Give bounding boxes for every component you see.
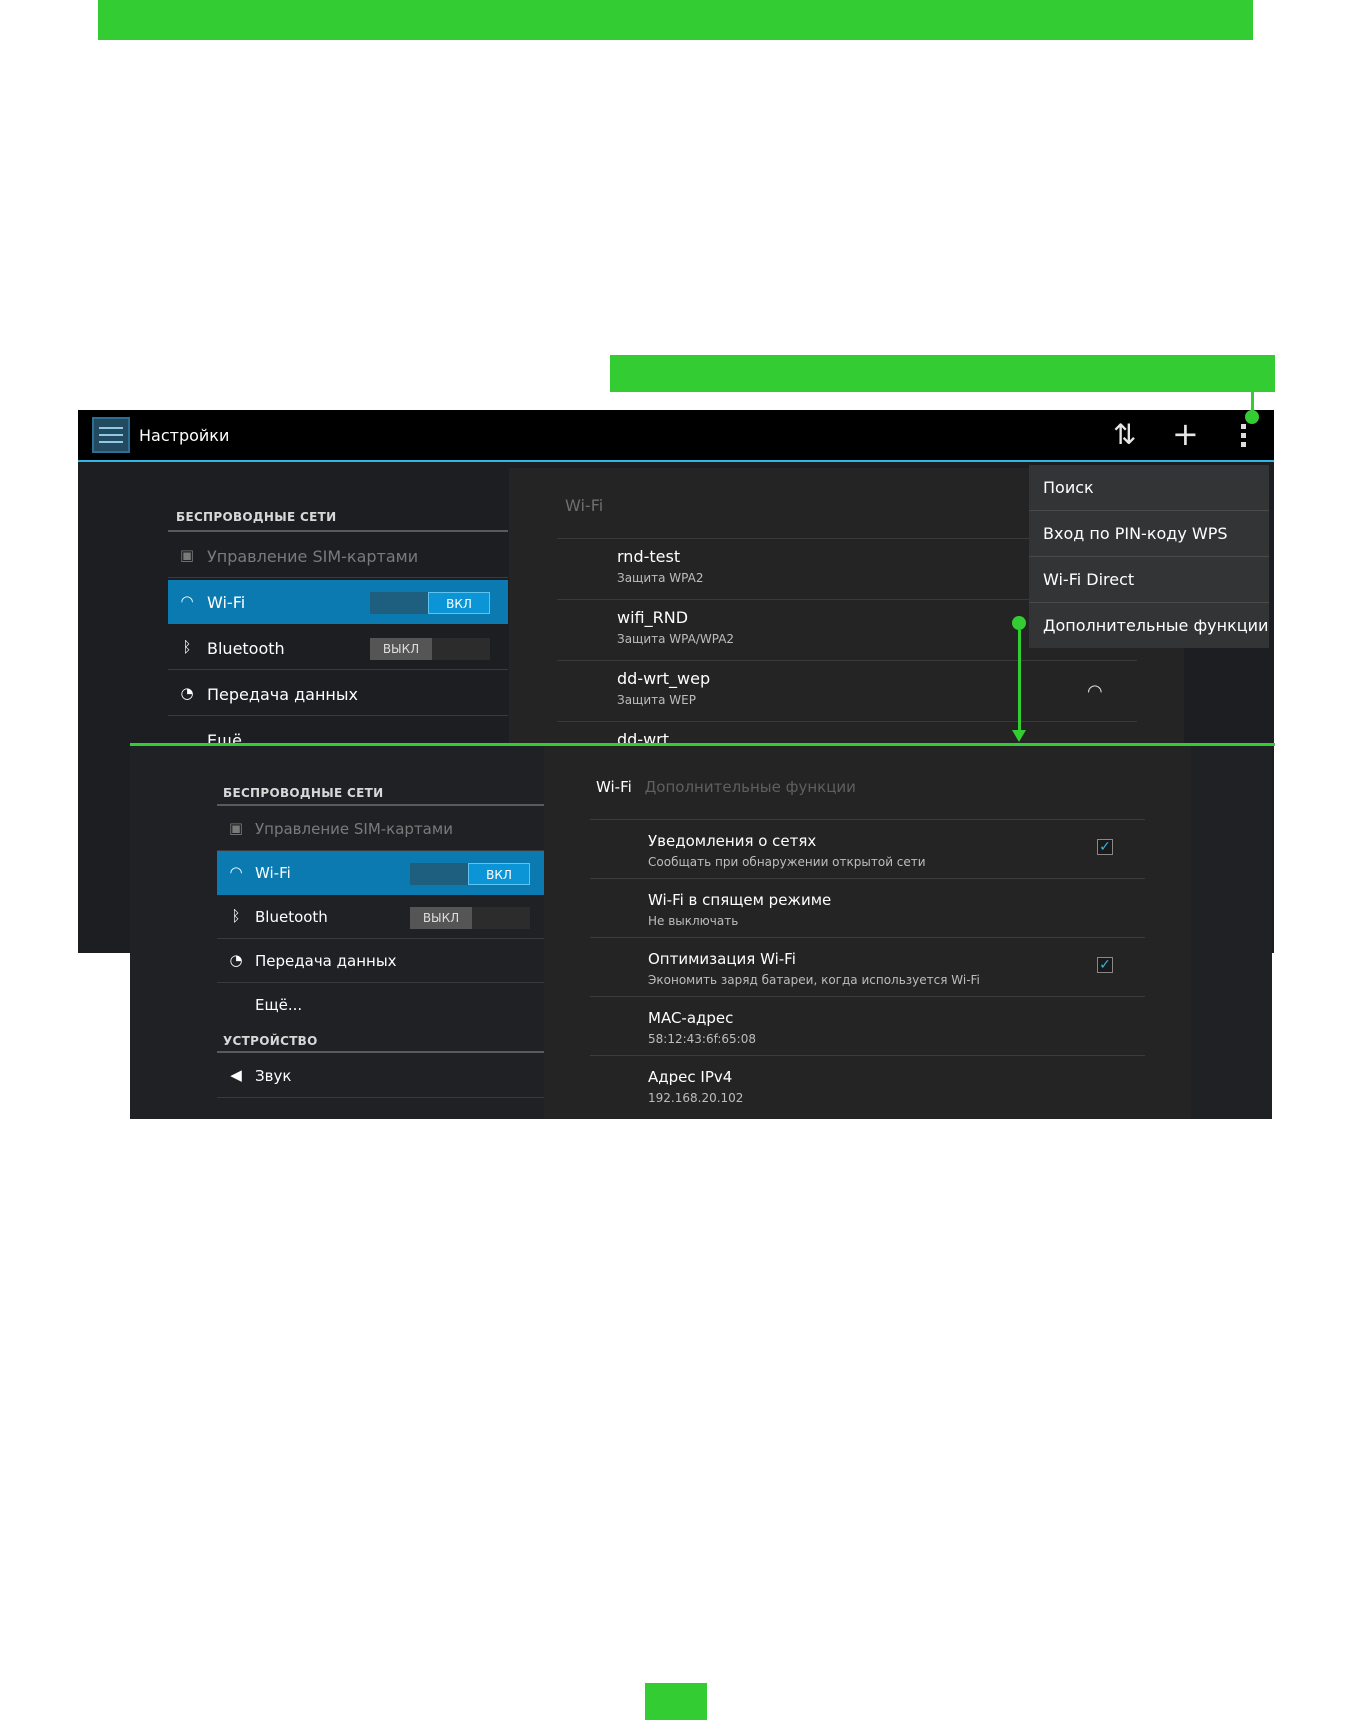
wifi-toggle[interactable]: ВКЛ <box>370 592 490 614</box>
menu-item-wps-pin[interactable]: Вход по PIN-коду WPS <box>1029 511 1269 557</box>
option-sleep-policy[interactable]: Wi-Fi в спящем режиме Не выключать <box>590 878 1145 937</box>
option-summary: 192.168.20.102 <box>648 1091 744 1105</box>
sidebar-item-label: Управление SIM-картами <box>207 547 419 566</box>
sidebar-item-data-usage[interactable]: ◔ Передача данных <box>168 672 508 716</box>
network-name: wifi_RND <box>617 608 689 627</box>
option-title: Уведомления о сетях <box>648 832 817 850</box>
sidebar-item-label: Bluetooth <box>255 908 328 926</box>
section-divider <box>217 1051 550 1053</box>
sidebar-item-label: Ещё... <box>255 996 303 1014</box>
network-name: rnd-test <box>617 547 681 566</box>
sidebar-item-data-usage[interactable]: ◔ Передача данных <box>217 939 550 983</box>
menu-item-search[interactable]: Поиск <box>1029 465 1269 511</box>
overflow-menu-icon[interactable] <box>1241 424 1247 448</box>
option-mac-address: MAC-адрес 58:12:43:6f:65:08 <box>590 996 1145 1055</box>
sidebar-item-label: Звук <box>255 1067 292 1085</box>
sidebar-item-label: Wi-Fi <box>255 864 291 882</box>
option-summary: Сообщать при обнаружении открытой сети <box>648 855 926 869</box>
sidebar-item-label: Wi-Fi <box>207 593 246 612</box>
network-security: Защита WPA2 <box>617 571 704 585</box>
wifi-icon: ◠ <box>229 863 243 881</box>
section-divider <box>168 530 508 532</box>
wifi-signal-lock-icon: ◠ <box>1087 681 1103 702</box>
callout-dot <box>1245 410 1259 424</box>
callout-arrow-line <box>1018 630 1021 732</box>
option-summary: 58:12:43:6f:65:08 <box>648 1032 756 1046</box>
checkbox-checked[interactable]: ✓ <box>1097 839 1113 855</box>
wifi-toggle[interactable]: ВКЛ <box>410 863 530 885</box>
action-bar: Настройки ⇅ + <box>78 410 1274 462</box>
sidebar-item-label: Управление SIM-картами <box>255 820 453 838</box>
sidebar-item-sim: ▣ Управление SIM-картами <box>168 534 508 578</box>
option-title: MAC-адрес <box>648 1009 734 1027</box>
wifi-advanced-panel: Wi-Fi Дополнительные функции Уведомления… <box>544 746 1191 1119</box>
app-title: Настройки <box>139 426 230 445</box>
sidebar-item-bluetooth[interactable]: ᛒ Bluetooth ВЫКЛ <box>168 626 508 670</box>
section-divider <box>217 804 550 806</box>
network-item[interactable]: dd-wrt_wep Защита WEP ◠ <box>557 660 1137 721</box>
sidebar-item-sim: ▣ Управление SIM-картами <box>217 807 550 851</box>
section-header-wireless: БЕСПРОВОДНЫЕ СЕТИ <box>176 510 337 524</box>
sidebar-item-label: Передача данных <box>255 952 397 970</box>
option-summary: Экономить заряд батареи, когда используе… <box>648 973 980 987</box>
sidebar-item-sound[interactable]: ◀ Звук <box>217 1054 550 1098</box>
option-title: Wi-Fi в спящем режиме <box>648 891 832 909</box>
panel-title: Wi-Fi <box>565 496 604 515</box>
sidebar-item-label: Bluetooth <box>207 639 285 658</box>
network-security: Защита WPA/WPA2 <box>617 632 735 646</box>
option-network-notify[interactable]: Уведомления о сетях Сообщать при обнаруж… <box>590 819 1145 878</box>
option-ipv4-address: Адрес IPv4 192.168.20.102 <box>590 1055 1145 1114</box>
sidebar-item-bluetooth[interactable]: ᛒ Bluetooth ВЫКЛ <box>217 895 550 939</box>
bluetooth-icon: ᛒ <box>182 638 192 656</box>
breadcrumb-current: Дополнительные функции <box>644 778 856 796</box>
toggle-label: ВКЛ <box>428 592 490 614</box>
sidebar-item-label: Передача данных <box>207 685 358 704</box>
bluetooth-toggle[interactable]: ВЫКЛ <box>410 907 530 929</box>
callout-separator-line <box>130 743 1275 746</box>
option-wifi-optimization[interactable]: Оптимизация Wi-Fi Экономить заряд батаре… <box>590 937 1145 996</box>
settings-screenshot-wifi-advanced: БЕСПРОВОДНЫЕ СЕТИ ▣ Управление SIM-карта… <box>130 746 1272 1119</box>
network-security: Защита WEP <box>617 693 696 707</box>
breadcrumb: Wi-Fi Дополнительные функции <box>596 778 856 796</box>
bluetooth-icon: ᛒ <box>231 907 241 925</box>
options-list: Уведомления о сетях Сообщать при обнаруж… <box>590 819 1145 1119</box>
sim-card-icon: ▣ <box>179 546 195 564</box>
toggle-label: ВЫКЛ <box>370 638 432 660</box>
toggle-label: ВКЛ <box>468 863 530 885</box>
breadcrumb-root[interactable]: Wi-Fi <box>596 778 632 796</box>
settings-nav: БЕСПРОВОДНЫЕ СЕТИ ▣ Управление SIM-карта… <box>217 746 550 1119</box>
section-header-wireless: БЕСПРОВОДНЫЕ СЕТИ <box>223 786 384 800</box>
menu-item-wifi-direct[interactable]: Wi-Fi Direct <box>1029 557 1269 603</box>
settings-app-icon[interactable] <box>92 417 130 453</box>
overflow-menu: Поиск Вход по PIN-коду WPS Wi-Fi Direct … <box>1029 465 1269 648</box>
option-title: Адрес IPv4 <box>648 1068 733 1086</box>
option-title: Оптимизация Wi-Fi <box>648 950 796 968</box>
sidebar-item-more[interactable]: Ещё... <box>217 983 550 1027</box>
sim-card-icon: ▣ <box>228 819 244 837</box>
callout-arrowhead <box>1012 730 1026 742</box>
option-summary: Не выключать <box>648 914 739 928</box>
speaker-icon: ◀ <box>230 1066 242 1084</box>
data-usage-icon: ◔ <box>180 684 194 702</box>
add-icon[interactable]: + <box>1172 418 1199 450</box>
menu-item-advanced[interactable]: Дополнительные функции <box>1029 603 1269 648</box>
checkbox-checked[interactable]: ✓ <box>1097 957 1113 973</box>
callout-dot <box>1012 616 1026 630</box>
wifi-icon: ◠ <box>180 592 194 610</box>
sidebar-item-wifi[interactable]: ◠ Wi-Fi ВКЛ <box>168 580 508 624</box>
top-green-bar <box>98 0 1253 40</box>
callout-green-bar <box>610 355 1275 392</box>
network-name: dd-wrt_wep <box>617 669 711 688</box>
data-usage-icon: ◔ <box>229 951 243 969</box>
page-marker <box>645 1683 707 1720</box>
sidebar-item-wifi[interactable]: ◠ Wi-Fi ВКЛ <box>217 851 550 895</box>
sync-icon[interactable]: ⇅ <box>1113 421 1136 449</box>
section-header-device: УСТРОЙСТВО <box>223 1034 318 1048</box>
toggle-label: ВЫКЛ <box>410 907 472 929</box>
bluetooth-toggle[interactable]: ВЫКЛ <box>370 638 490 660</box>
